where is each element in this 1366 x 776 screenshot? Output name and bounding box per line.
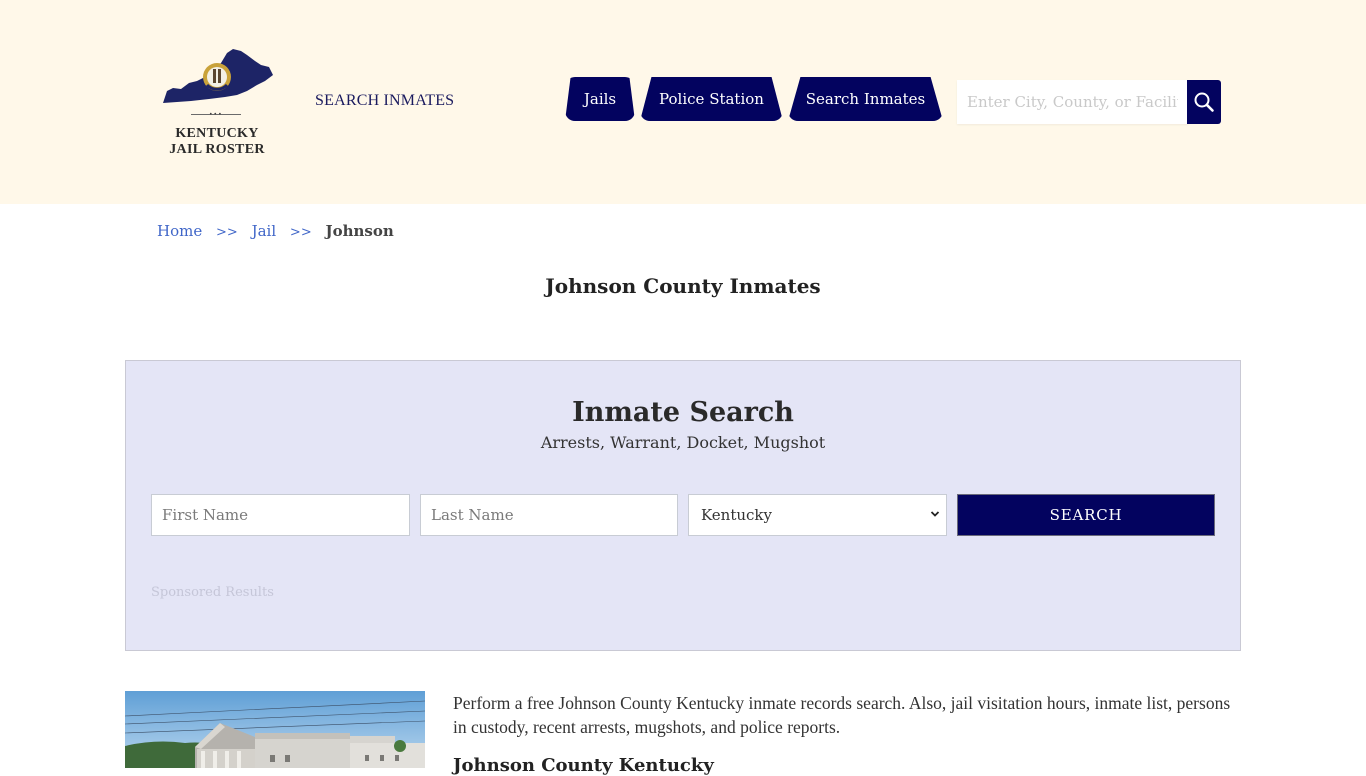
chevron-down-icon xyxy=(930,511,940,517)
breadcrumb-current: Johnson xyxy=(325,222,394,240)
magnifier-icon xyxy=(1194,92,1214,112)
last-name-input[interactable] xyxy=(420,494,678,536)
sponsored-results-label: Sponsored Results xyxy=(151,585,274,600)
county-heading: Johnson County Kentucky xyxy=(453,755,714,776)
logo-line-1: KENTUCKY xyxy=(175,126,259,141)
inmate-search-panel: Inmate Search Arrests, Warrant, Docket, … xyxy=(125,360,1241,651)
nav-tab-label: Jails xyxy=(583,90,617,108)
inmate-search-title: Inmate Search xyxy=(572,397,794,428)
nav-tab-police-station[interactable]: Police Station xyxy=(640,77,783,121)
breadcrumb-separator: >> xyxy=(289,225,312,240)
breadcrumb-jail[interactable]: Jail xyxy=(252,222,277,240)
logo-text: KENTUCKY JAIL ROSTER xyxy=(158,126,276,158)
logo-dots: ••• xyxy=(209,111,223,118)
nav-tab-jails[interactable]: Jails xyxy=(565,77,635,121)
kentucky-map-icon xyxy=(163,49,273,103)
inmate-search-subtitle: Arrests, Warrant, Docket, Mugshot xyxy=(540,433,826,452)
breadcrumb-home[interactable]: Home xyxy=(157,222,202,240)
nav-tab-label: Search Inmates xyxy=(805,90,926,108)
page-title: Johnson County Inmates xyxy=(545,274,821,298)
logo-line-2: JAIL ROSTER xyxy=(169,142,265,157)
search-inmates-link[interactable]: SEARCH INMATES xyxy=(315,92,454,110)
nav-tab-search-inmates[interactable]: Search Inmates xyxy=(788,77,943,121)
facility-search-input[interactable] xyxy=(957,80,1188,124)
intro-paragraph: Perform a free Johnson County Kentucky i… xyxy=(453,693,1231,737)
courthouse-image xyxy=(125,691,425,768)
breadcrumb: Home >> Jail >> Johnson xyxy=(157,222,394,240)
facility-search-button[interactable] xyxy=(1187,80,1221,124)
breadcrumb-separator: >> xyxy=(216,225,238,240)
nav-tab-label: Police Station xyxy=(659,90,764,108)
search-button[interactable]: SEARCH xyxy=(957,494,1215,536)
state-select[interactable]: Kentucky xyxy=(688,494,947,536)
site-logo[interactable]: ••• KENTUCKY JAIL ROSTER xyxy=(158,45,278,165)
site-header: ••• KENTUCKY JAIL ROSTER SEARCH INMATES … xyxy=(0,0,1366,204)
first-name-input[interactable] xyxy=(151,494,410,536)
jail-building-photo xyxy=(125,691,425,768)
